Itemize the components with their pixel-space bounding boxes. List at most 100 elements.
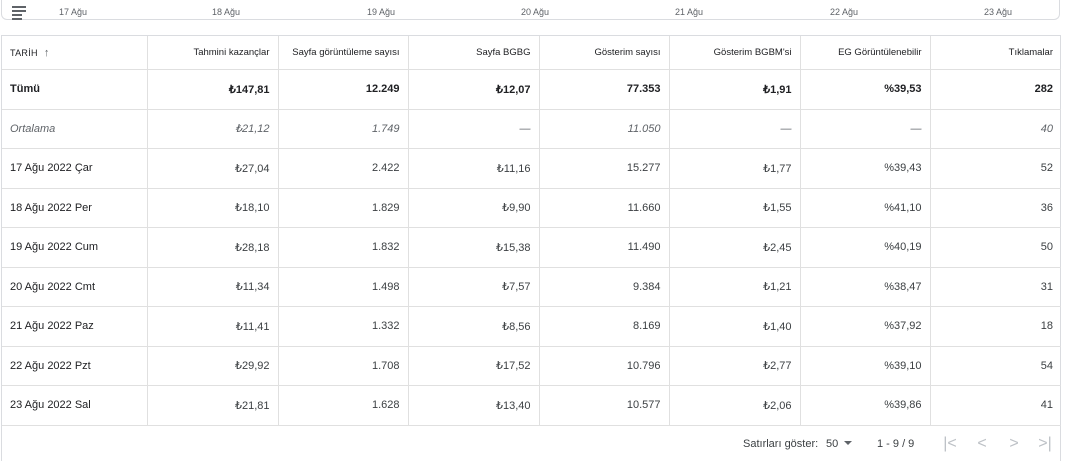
- column-header-page-rpm[interactable]: Sayfa BGBG: [408, 36, 540, 70]
- menu-icon[interactable]: [12, 6, 26, 20]
- table-cell: ₺11,34: [147, 267, 279, 307]
- table-cell: 77.353: [539, 69, 670, 110]
- table-cell: %39,53: [800, 69, 931, 110]
- table-cell: 2.422: [278, 148, 409, 189]
- table-cell: —: [408, 109, 540, 149]
- table-cell: %39,10: [800, 346, 931, 386]
- chevron-right-icon[interactable]: >: [1004, 434, 1024, 454]
- table-cell: 9.384: [539, 267, 670, 307]
- dropdown-caret-icon: [844, 441, 853, 445]
- total-row: Tümü ₺147,81 12.249 ₺12,07 77.353 ₺1,91 …: [2, 69, 1061, 110]
- rows-per-page-value: 50: [826, 438, 839, 450]
- table-cell: ₺2,77: [669, 346, 801, 386]
- table-cell: 17 Ağu 2022 Çar: [2, 148, 148, 189]
- table-cell: ₺13,40: [408, 385, 540, 426]
- axis-tick: 19 Ağu: [367, 7, 396, 17]
- axis-tick: 20 Ağu: [521, 7, 550, 17]
- chevron-left-icon[interactable]: <: [972, 434, 992, 454]
- table-cell: ₺147,81: [147, 69, 279, 110]
- average-row: Ortalama ₺21,12 1.749 — 11.050 — — 40: [2, 109, 1061, 149]
- table-cell: %37,92: [800, 306, 931, 347]
- table-row: 23 Ağu 2022 Sal ₺21,81 1.628 ₺13,40 10.5…: [2, 385, 1061, 426]
- table-cell: ₺11,16: [408, 148, 540, 189]
- table-cell: ₺1,55: [669, 188, 801, 228]
- table-cell: 10.796: [539, 346, 670, 386]
- table-cell: 1.708: [278, 346, 409, 386]
- table-cell: 36: [930, 188, 1061, 228]
- table-cell: ₺21,12: [147, 109, 279, 149]
- table-cell: %41,10: [800, 188, 931, 228]
- last-page-icon[interactable]: >|: [1035, 434, 1055, 454]
- table-cell: 1.829: [278, 188, 409, 228]
- table-cell: ₺1,40: [669, 306, 801, 347]
- report-table-container: TARİH ↑ Tahmini kazançlar Sayfa görüntüle…: [1, 35, 1061, 461]
- table-cell: 18: [930, 306, 1061, 347]
- column-header-page-views[interactable]: Sayfa görüntüleme sayısı: [278, 36, 409, 70]
- table-row: 20 Ağu 2022 Cmt ₺11,34 1.498 ₺7,57 9.384…: [2, 267, 1061, 307]
- table-cell: ₺11,41: [147, 306, 279, 347]
- table-cell: 50: [930, 227, 1061, 268]
- table-cell: ₺15,38: [408, 227, 540, 268]
- table-cell: %39,86: [800, 385, 931, 426]
- pagination-range: 1 - 9 / 9: [877, 438, 915, 450]
- table-cell: 52: [930, 148, 1061, 189]
- table-cell: ₺1,77: [669, 148, 801, 189]
- table-header-row: TARİH ↑ Tahmini kazançlar Sayfa görüntüle…: [2, 36, 1061, 70]
- axis-tick: 21 Ağu: [675, 7, 704, 17]
- table-cell: 12.249: [278, 69, 409, 110]
- table-cell: ₺17,52: [408, 346, 540, 386]
- column-header-date[interactable]: TARİH ↑: [2, 36, 148, 70]
- table-cell: 21 Ağu 2022 Paz: [2, 306, 148, 347]
- table-cell: 31: [930, 267, 1061, 307]
- table-row: 22 Ağu 2022 Pzt ₺29,92 1.708 ₺17,52 10.7…: [2, 346, 1061, 386]
- column-header-estimated-earnings[interactable]: Tahmini kazançlar: [147, 36, 279, 70]
- table-cell: %38,47: [800, 267, 931, 307]
- table-cell: ₺8,56: [408, 306, 540, 347]
- table-cell: ₺12,07: [408, 69, 540, 110]
- table-cell: ₺2,06: [669, 385, 801, 426]
- table-cell: 15.277: [539, 148, 670, 189]
- table-cell: 23 Ağu 2022 Sal: [2, 385, 148, 426]
- table-row: 17 Ağu 2022 Çar ₺27,04 2.422 ₺11,16 15.2…: [2, 148, 1061, 189]
- table-cell: 1.498: [278, 267, 409, 307]
- table-cell: 54: [930, 346, 1061, 386]
- table-cell: 40: [930, 109, 1061, 149]
- column-header-clicks[interactable]: Tıklamalar: [930, 36, 1061, 70]
- table-cell: ₺21,81: [147, 385, 279, 426]
- table-cell: ₺27,04: [147, 148, 279, 189]
- chart-axis-strip: 17 Ağu 18 Ağu 19 Ağu 20 Ağu 21 Ağu 22 Ağ…: [1, 0, 1060, 20]
- table-cell: ₺18,10: [147, 188, 279, 228]
- column-header-viewable[interactable]: EG Görüntülenebilir: [800, 36, 931, 70]
- sort-ascending-icon[interactable]: ↑: [44, 47, 50, 59]
- table-cell: 11.050: [539, 109, 670, 149]
- table-cell: ₺9,90: [408, 188, 540, 228]
- first-page-icon[interactable]: |<: [940, 434, 960, 454]
- table-cell: ₺2,45: [669, 227, 801, 268]
- table-cell: 10.577: [539, 385, 670, 426]
- rows-per-page-label: Satırları göster:: [743, 438, 819, 450]
- table-cell: 1.332: [278, 306, 409, 347]
- table-cell: 1.749: [278, 109, 409, 149]
- axis-tick: 22 Ağu: [830, 7, 859, 17]
- table-cell: —: [800, 109, 931, 149]
- table-cell: 18 Ağu 2022 Per: [2, 188, 148, 228]
- table-cell: Tümü: [2, 69, 148, 110]
- table-row: 19 Ağu 2022 Cum ₺28,18 1.832 ₺15,38 11.4…: [2, 227, 1061, 268]
- table-cell: 1.832: [278, 227, 409, 268]
- table-cell: ₺1,21: [669, 267, 801, 307]
- table-cell: 11.490: [539, 227, 670, 268]
- column-header-label: TARİH: [10, 47, 38, 58]
- rows-per-page-select[interactable]: 50: [826, 438, 853, 450]
- column-header-impressions[interactable]: Gösterim sayısı: [539, 36, 670, 70]
- table-cell: %39,43: [800, 148, 931, 189]
- table-cell: 19 Ağu 2022 Cum: [2, 227, 148, 268]
- table-cell: %40,19: [800, 227, 931, 268]
- table-cell: 1.628: [278, 385, 409, 426]
- table-cell: 22 Ağu 2022 Pzt: [2, 346, 148, 386]
- report-table: TARİH ↑ Tahmini kazançlar Sayfa görüntüle…: [2, 36, 1061, 426]
- table-cell: —: [669, 109, 801, 149]
- table-row: 18 Ağu 2022 Per ₺18,10 1.829 ₺9,90 11.66…: [2, 188, 1061, 228]
- column-header-impression-rpm[interactable]: Gösterim BGBM'si: [669, 36, 801, 70]
- table-pagination-footer: Satırları göster: 50 1 - 9 / 9 |< < > >|: [1, 424, 1061, 461]
- table-cell: ₺1,91: [669, 69, 801, 110]
